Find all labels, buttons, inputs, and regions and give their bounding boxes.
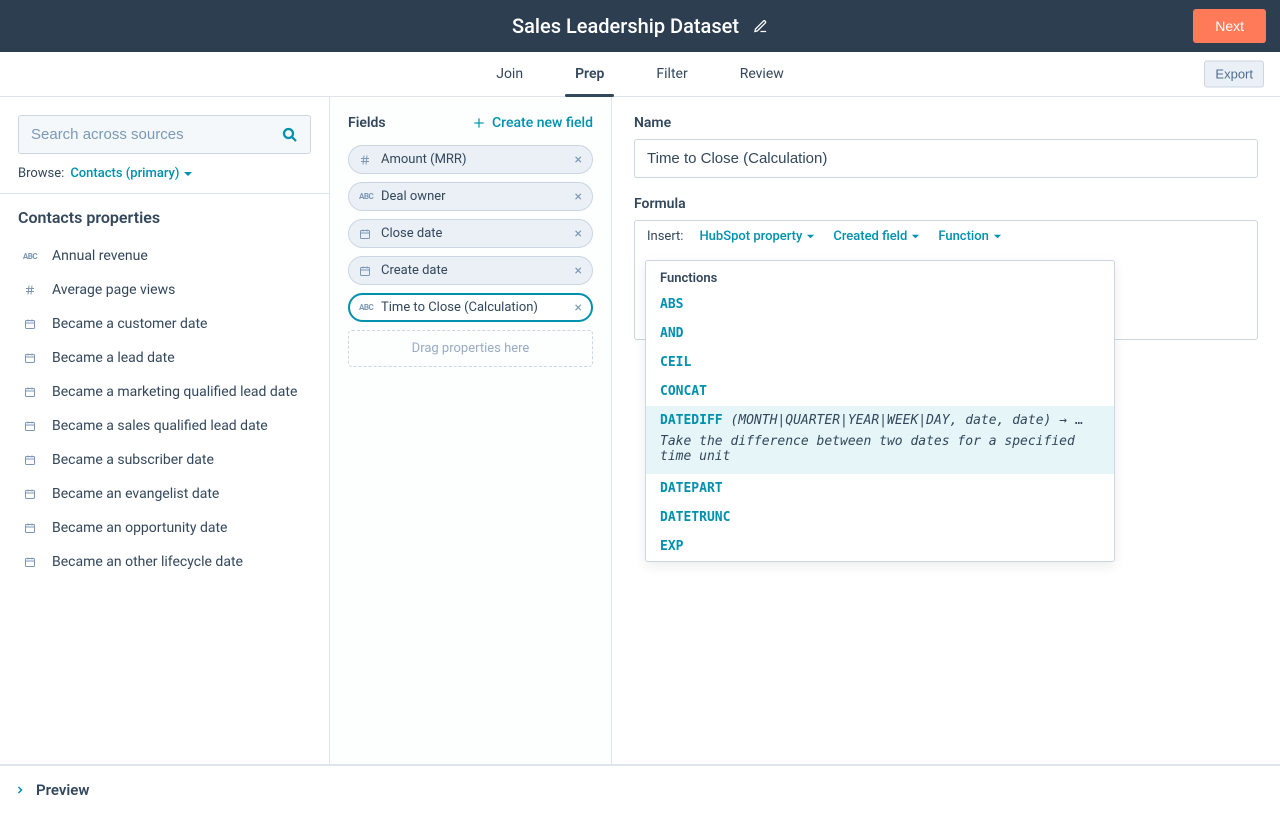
field-name-input[interactable] [634,139,1258,178]
calendar-icon [22,386,38,398]
browse-label: Browse: [18,166,64,181]
property-label: Annual revenue [52,248,148,264]
insert-label: Insert: [647,229,683,244]
browse-source-dropdown[interactable]: Contacts (primary) [70,166,193,181]
function-option-exp[interactable]: EXP [646,532,1114,561]
preview-toggle[interactable]: Preview [0,765,1280,813]
remove-chip-icon[interactable]: × [575,301,582,315]
function-dropdown: Functions ABSANDCEILCONCATDATEDIFF (MONT… [645,260,1115,562]
search-input[interactable] [18,115,311,154]
field-drop-target[interactable]: Drag properties here [348,330,593,367]
fields-heading: Fields [348,115,386,131]
calendar-icon [22,352,38,364]
property-label: Became a subscriber date [52,452,214,468]
calendar-icon [22,454,38,466]
function-option-abs[interactable]: ABS [646,290,1114,319]
insert-hubspot-property-dropdown[interactable]: HubSpot property [699,229,815,244]
page-title: Sales Leadership Dataset [512,14,739,38]
calendar-icon [359,265,373,277]
field-chip[interactable]: Amount (MRR) × [348,145,593,174]
insert-created-field-dropdown[interactable]: Created field [833,229,920,244]
property-item[interactable]: Became an opportunity date [18,511,311,545]
caret-down-icon [911,232,920,241]
tab-filter[interactable]: Filter [646,52,697,96]
field-chip-label: Amount (MRR) [381,152,567,167]
tab-review[interactable]: Review [730,52,794,96]
text-icon: ABC [22,252,38,261]
preview-label: Preview [36,781,89,799]
function-description: Take the difference between two dates fo… [660,434,1100,464]
property-item[interactable]: Became a sales qualified lead date [18,409,311,443]
caret-down-icon [183,169,193,179]
insert-function-dropdown[interactable]: Function [938,229,1002,244]
remove-chip-icon[interactable]: × [575,153,582,167]
property-item[interactable]: Became an evangelist date [18,477,311,511]
export-button[interactable]: Export [1204,61,1264,88]
property-label: Average page views [52,282,175,298]
field-chip[interactable]: Close date × [348,219,593,248]
create-field-button[interactable]: Create new field [472,115,593,131]
field-chip[interactable]: ABC Deal owner × [348,182,593,211]
number-icon [359,154,373,166]
property-item[interactable]: Became a lead date [18,341,311,375]
property-label: Became an opportunity date [52,520,228,536]
field-chip-label: Close date [381,226,567,241]
field-chip-label: Create date [381,263,567,278]
next-button[interactable]: Next [1193,9,1266,43]
search-icon[interactable] [281,126,299,144]
formula-label: Formula [634,196,1258,212]
calendar-icon [22,488,38,500]
number-icon [22,284,38,296]
dropdown-heading: Functions [646,261,1114,290]
field-chip-label: Deal owner [381,189,567,204]
function-option-ceil[interactable]: CEIL [646,348,1114,377]
tabs-row: Join Prep Filter Review Export [0,52,1280,97]
property-item[interactable]: Became a marketing qualified lead date [18,375,311,409]
property-label: Became a marketing qualified lead date [52,384,297,400]
calendar-icon [22,420,38,432]
tab-prep[interactable]: Prep [565,52,614,96]
plus-icon [472,116,486,130]
remove-chip-icon[interactable]: × [575,227,582,241]
property-item[interactable]: Became a customer date [18,307,311,341]
function-option-datepart[interactable]: DATEPART [646,474,1114,503]
tab-join[interactable]: Join [486,52,533,96]
text-icon: ABC [359,191,373,202]
fields-column: Fields Create new field Amount (MRR)×ABC… [330,97,612,764]
calendar-icon [22,318,38,330]
name-label: Name [634,115,1258,131]
property-label: Became a sales qualified lead date [52,418,268,434]
property-item[interactable]: Became an other lifecycle date [18,545,311,579]
field-chip[interactable]: ABC Time to Close (Calculation) × [348,293,593,322]
function-option-and[interactable]: AND [646,319,1114,348]
function-option-datetrunc[interactable]: DATETRUNC [646,503,1114,532]
edit-title-icon[interactable] [753,19,768,34]
properties-sidebar: Browse: Contacts (primary) Contacts prop… [0,97,330,764]
remove-chip-icon[interactable]: × [575,190,582,204]
property-item[interactable]: ABC Annual revenue [18,239,311,273]
field-chip-label: Time to Close (Calculation) [381,300,567,315]
text-icon: ABC [359,302,373,313]
remove-chip-icon[interactable]: × [575,264,582,278]
property-label: Became an other lifecycle date [52,554,243,570]
caret-down-icon [993,232,1002,241]
function-option-datediff[interactable]: DATEDIFF (MONTH|QUARTER|YEAR|WEEK|DAY, d… [646,406,1114,474]
properties-section-title: Contacts properties [18,208,311,227]
calendar-icon [359,228,373,240]
property-item[interactable]: Became a subscriber date [18,443,311,477]
property-item[interactable]: Average page views [18,273,311,307]
property-label: Became a customer date [52,316,207,332]
property-label: Became an evangelist date [52,486,219,502]
calendar-icon [22,522,38,534]
chevron-right-icon [14,784,26,796]
field-chip[interactable]: Create date × [348,256,593,285]
function-option-concat[interactable]: CONCAT [646,377,1114,406]
calendar-icon [22,556,38,568]
caret-down-icon [806,232,815,241]
property-label: Became a lead date [52,350,175,366]
top-bar: Sales Leadership Dataset Next [0,0,1280,52]
